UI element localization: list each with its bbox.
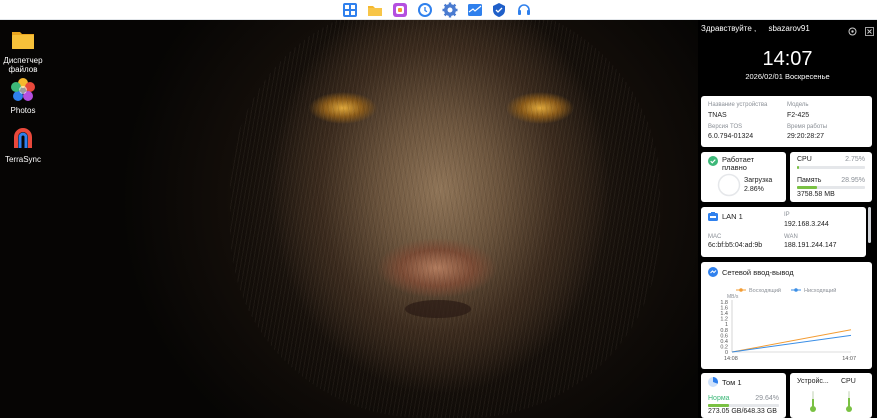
mail-icon[interactable] bbox=[467, 2, 483, 18]
load-gauge bbox=[717, 173, 741, 197]
network-card-scrollbar[interactable] bbox=[868, 207, 871, 243]
cpu-value: 2.75% bbox=[845, 156, 865, 163]
settings-gear-icon[interactable] bbox=[442, 2, 458, 18]
volume-percent: 29.64% bbox=[755, 395, 779, 402]
greeting: Здравствуйте , sbazarov91 bbox=[701, 24, 810, 33]
volume-card[interactable]: Том 1 Норма 29.64% 273.05 GB/648.33 GB bbox=[701, 373, 786, 418]
device-name-value: TNAS bbox=[708, 112, 727, 119]
memory-used: 3758.58 MB bbox=[797, 191, 835, 198]
network-card[interactable]: LAN 1 IP 192.168.3.244 MAC 6c:bf:b5:04:a… bbox=[701, 207, 866, 257]
series-line bbox=[731, 334, 852, 353]
volume-name: Том 1 bbox=[722, 378, 742, 387]
load-value: 2.86% bbox=[744, 186, 764, 193]
close-icon[interactable] bbox=[865, 23, 874, 36]
storage-pie-icon bbox=[708, 377, 718, 387]
uptime-value: 29:20:28:27 bbox=[787, 133, 824, 140]
check-circle-icon bbox=[708, 156, 718, 166]
y-tick-label: 1.4 bbox=[720, 311, 728, 317]
desktop-item-label: Диспетчер файлов bbox=[3, 56, 43, 74]
security-shield-icon[interactable] bbox=[491, 2, 507, 18]
device-info-card[interactable]: Название устройства TNAS Модель F2-425 В… bbox=[701, 96, 872, 147]
model-label: Модель bbox=[787, 102, 809, 108]
model-value: F2-425 bbox=[787, 112, 810, 119]
y-tick-label: 1.8 bbox=[720, 300, 728, 306]
health-status: Работает плавно bbox=[722, 155, 755, 172]
legend-label: Нисходящий bbox=[804, 287, 836, 294]
thermometer-icon bbox=[846, 391, 852, 412]
device-temp-label: Устройс... bbox=[797, 378, 829, 385]
wallpaper-texture bbox=[230, 0, 660, 418]
cpu-bar bbox=[797, 166, 865, 169]
photos-app-icon[interactable] bbox=[392, 2, 408, 18]
interface-name: LAN 1 bbox=[722, 212, 743, 221]
desktop-item-label: TerraSync bbox=[4, 155, 41, 164]
y-tick-label: 1.6 bbox=[720, 306, 728, 312]
device-name-label: Название устройства bbox=[708, 102, 768, 108]
settings-gear-icon[interactable] bbox=[848, 23, 857, 36]
ip-value: 192.168.3.244 bbox=[784, 221, 829, 228]
x-tick-label: 14:08 bbox=[724, 356, 738, 362]
ip-label: IP bbox=[784, 212, 790, 218]
resource-usage-card[interactable]: CPU 2.75% Память 28.95% 3758.58 MB bbox=[790, 152, 872, 202]
network-io-card[interactable]: Сетевой ввод-вывод Восходящий Нисходящий M… bbox=[701, 262, 872, 369]
temperature-card[interactable]: Устройс... CPU bbox=[790, 373, 872, 418]
desktop-item-terrasync[interactable]: TerraSync bbox=[0, 126, 46, 164]
desktop-item-photos[interactable]: Photos bbox=[0, 77, 46, 115]
volume-usage: 273.05 GB/648.33 GB bbox=[708, 408, 777, 415]
wan-value: 188.191.244.147 bbox=[784, 242, 837, 249]
network-icon bbox=[708, 212, 718, 221]
legend-marker bbox=[794, 288, 798, 292]
thermometer-icon bbox=[810, 391, 816, 412]
taskbar bbox=[0, 0, 877, 20]
username: sbazarov91 bbox=[768, 24, 810, 33]
y-tick-label: 1 bbox=[725, 322, 728, 328]
version-label: Версия TOS bbox=[708, 124, 743, 130]
volume-bar bbox=[708, 404, 779, 407]
series-line bbox=[731, 329, 852, 353]
memory-label: Память bbox=[797, 177, 822, 184]
volume-status: Норма bbox=[708, 395, 730, 402]
app-center-icon[interactable] bbox=[342, 2, 358, 18]
photos-icon bbox=[10, 77, 36, 103]
wan-label: WAN bbox=[784, 234, 798, 240]
volume-bar-fill bbox=[708, 404, 730, 407]
folder-icon bbox=[10, 27, 36, 53]
clock-date: 2026/02/01 Воскресенье bbox=[745, 72, 830, 81]
cpu-bar-fill bbox=[797, 166, 799, 169]
y-axis-unit: MB/s bbox=[727, 294, 739, 300]
mac-label: MAC bbox=[708, 234, 722, 240]
legend-marker bbox=[739, 288, 743, 292]
wallpaper-shadow bbox=[405, 300, 471, 318]
desktop-item-label: Photos bbox=[10, 106, 36, 115]
y-tick-label: 0.8 bbox=[720, 328, 728, 334]
memory-value: 28.95% bbox=[841, 177, 865, 184]
load-label: Загрузка bbox=[744, 177, 773, 184]
y-tick-label: 1.2 bbox=[720, 317, 728, 323]
greeting-text: Здравствуйте , bbox=[701, 24, 757, 33]
y-tick-label: 0.2 bbox=[720, 344, 728, 350]
legend-label: Восходящий bbox=[749, 287, 781, 294]
clock-time: 14:07 bbox=[762, 48, 813, 70]
file-manager-icon[interactable] bbox=[367, 2, 383, 18]
uptime-label: Время работы bbox=[787, 124, 828, 130]
terrasync-icon bbox=[10, 126, 36, 152]
desktop-item-file-manager[interactable]: Диспетчер файлов bbox=[0, 27, 46, 74]
y-tick-label: 0.4 bbox=[720, 339, 728, 345]
system-health-card[interactable]: Работает плавно Загрузка 2.86% bbox=[701, 152, 786, 202]
memory-bar-fill bbox=[797, 186, 817, 189]
mac-value: 6c:bf:b5:04:ad:9b bbox=[708, 242, 763, 249]
x-tick-label: 14:07 bbox=[842, 356, 856, 362]
memory-bar bbox=[797, 186, 865, 189]
y-tick-label: 0.6 bbox=[720, 333, 728, 339]
clock-app-icon[interactable] bbox=[417, 2, 433, 18]
cpu-label: CPU bbox=[797, 156, 812, 163]
support-headset-icon[interactable] bbox=[516, 2, 532, 18]
network-io-chart: Восходящий НисходящийMB/s00.20.40.60.811.… bbox=[720, 287, 856, 362]
cpu-temp-label: CPU bbox=[841, 378, 856, 385]
version-value: 6.0.794-01324 bbox=[708, 133, 754, 140]
